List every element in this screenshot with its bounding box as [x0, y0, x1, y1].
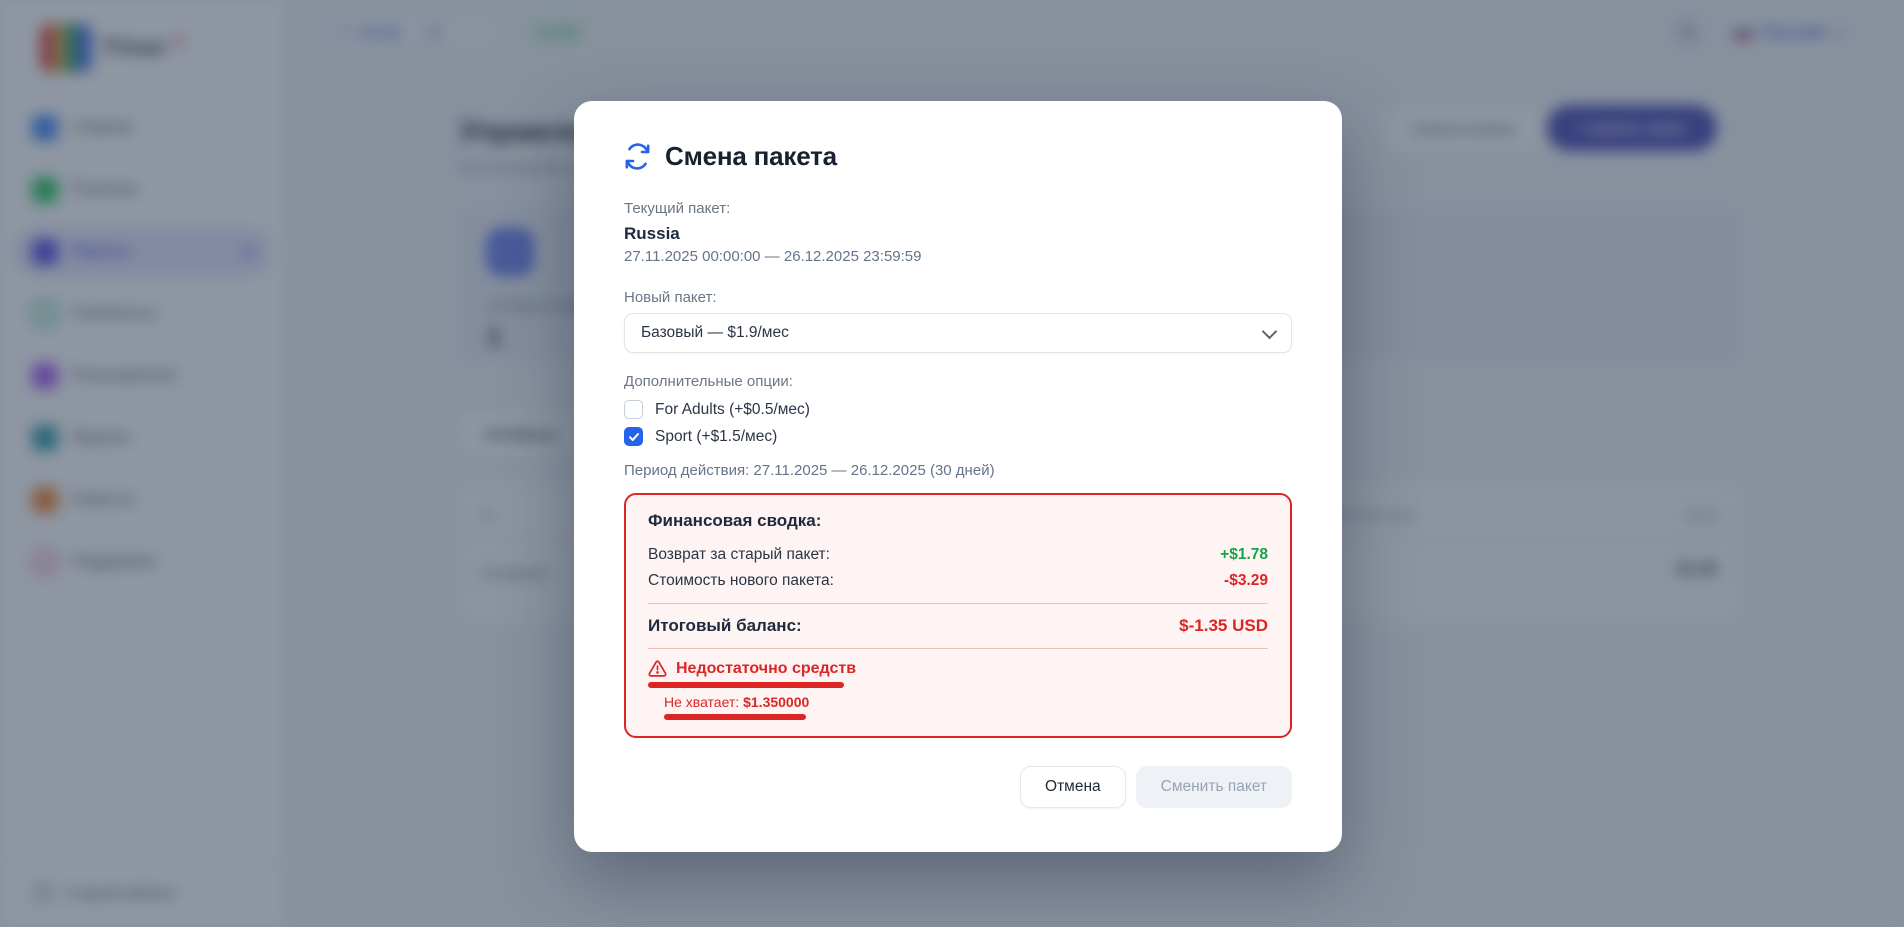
validity-period-text: Период действия: 27.11.2025 — 26.12.2025…	[624, 462, 1292, 479]
options-label: Дополнительные опции:	[624, 373, 1292, 390]
for-adults-checkbox[interactable]	[624, 400, 643, 419]
refund-value: +$1.78	[1220, 546, 1268, 564]
change-package-button[interactable]: Сменить пакет	[1136, 766, 1292, 808]
financial-summary-box: Финансовая сводка: Возврат за старый пак…	[624, 493, 1292, 738]
warning-underline-bar	[648, 682, 844, 688]
shortage-value: $1.350000	[743, 694, 809, 710]
new-package-selected-value: Базовый — $1.9/мес	[641, 324, 789, 342]
chevron-down-icon	[1262, 323, 1278, 339]
app-window: TVnet Главная Платежи Пакеты	[0, 0, 1904, 927]
new-package-select[interactable]: Базовый — $1.9/мес	[624, 313, 1292, 353]
sync-icon	[624, 143, 651, 170]
cancel-button[interactable]: Отмена	[1020, 766, 1126, 808]
modal-footer: Отмена Сменить пакет	[624, 766, 1292, 808]
insufficient-funds-warning: Недостаточно средств	[648, 659, 1268, 678]
new-package-label: Новый пакет:	[624, 289, 1292, 306]
current-package-name: Russia	[624, 224, 1292, 244]
summary-divider	[648, 603, 1268, 604]
option-sport[interactable]: Sport (+$1.5/мес)	[624, 423, 1292, 450]
current-package-label: Текущий пакет:	[624, 200, 1292, 217]
option-for-adults[interactable]: For Adults (+$0.5/мес)	[624, 396, 1292, 423]
warning-triangle-icon	[648, 659, 667, 678]
summary-row-refund: Возврат за старый пакет: +$1.78	[648, 543, 1268, 567]
current-package-period: 27.11.2025 00:00:00 — 26.12.2025 23:59:5…	[624, 248, 1292, 265]
summary-divider	[648, 648, 1268, 649]
change-package-modal: Смена пакета Текущий пакет: Russia 27.11…	[574, 101, 1342, 852]
modal-title: Смена пакета	[665, 141, 837, 172]
cost-value: -$3.29	[1224, 572, 1268, 590]
summary-row-total: Итоговый баланс: $-1.35 USD	[648, 614, 1268, 638]
total-balance-value: $-1.35 USD	[1179, 616, 1268, 636]
summary-title: Финансовая сводка:	[648, 511, 1268, 531]
shortage-underline-bar	[664, 714, 806, 720]
sport-checkbox[interactable]	[624, 427, 643, 446]
check-icon	[628, 431, 640, 443]
summary-row-cost: Стоимость нового пакета: -$3.29	[648, 569, 1268, 593]
shortage-text: Не хватает: $1.350000	[664, 694, 1268, 710]
modal-header: Смена пакета	[624, 141, 1292, 172]
